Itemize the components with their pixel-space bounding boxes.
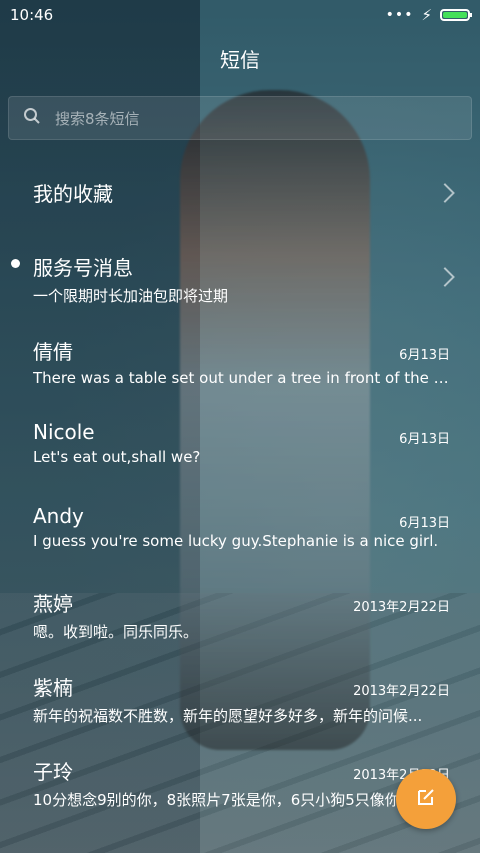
status-bar: 10:46 ••• ⚡ bbox=[0, 0, 480, 30]
conversation-row[interactable]: Nicole Let's eat out,shall we? 6月13日 bbox=[0, 420, 480, 466]
favorites-row[interactable]: 我的收藏 bbox=[0, 178, 480, 207]
favorites-label: 我的收藏 bbox=[33, 182, 113, 206]
compose-button[interactable] bbox=[396, 769, 456, 829]
conversation-row[interactable]: 燕婷 嗯。收到啦。同乐同乐。 2013年2月22日 bbox=[0, 588, 480, 642]
conversation-name: Nicole bbox=[33, 420, 95, 444]
conversation-name: Andy bbox=[33, 504, 84, 528]
status-icons: ••• ⚡ bbox=[385, 6, 472, 24]
conversation-message: 10分想念9别的你，8张照片7张是你，6只小狗5只像你 bbox=[33, 791, 400, 809]
conversation-row[interactable]: 紫楠 新年的祝福数不胜数，新年的愿望好多好多，新年的问候... 2013年2月2… bbox=[0, 672, 480, 726]
conversation-name: 倩倩 bbox=[33, 340, 73, 364]
notification-dots: ••• bbox=[385, 7, 414, 23]
service-message: 一个限期时长加油包即将过期 bbox=[33, 287, 229, 305]
service-label: 服务号消息 bbox=[33, 256, 133, 280]
conversation-row[interactable]: Andy I guess you're some lucky guy.Steph… bbox=[0, 504, 480, 550]
service-row[interactable]: 服务号消息 一个限期时长加油包即将过期 bbox=[0, 252, 480, 306]
conversation-message: 新年的祝福数不胜数，新年的愿望好多好多，新年的问候... bbox=[33, 707, 423, 725]
conversation-message: I guess you're some lucky guy.Stephanie … bbox=[33, 532, 439, 550]
conversation-date: 6月13日 bbox=[399, 348, 450, 363]
search-placeholder: 搜索8条短信 bbox=[55, 109, 140, 128]
search-input[interactable]: 搜索8条短信 bbox=[8, 96, 472, 140]
conversation-message: There was a table set out under a tree i… bbox=[33, 369, 450, 387]
status-time: 10:46 bbox=[10, 6, 54, 24]
conversation-message: 嗯。收到啦。同乐同乐。 bbox=[33, 623, 199, 641]
conversation-message: Let's eat out,shall we? bbox=[33, 448, 201, 466]
search-icon bbox=[23, 107, 41, 129]
charging-icon: ⚡ bbox=[421, 6, 432, 24]
page-title: 短信 bbox=[220, 48, 260, 72]
compose-icon bbox=[415, 786, 437, 812]
conversation-date: 6月13日 bbox=[399, 432, 450, 447]
conversation-date: 2013年2月22日 bbox=[353, 600, 450, 615]
battery-icon bbox=[440, 9, 472, 21]
conversation-date: 6月13日 bbox=[399, 516, 450, 531]
conversation-row[interactable]: 倩倩 There was a table set out under a tre… bbox=[0, 336, 480, 387]
conversation-date: 2013年2月22日 bbox=[353, 684, 450, 699]
